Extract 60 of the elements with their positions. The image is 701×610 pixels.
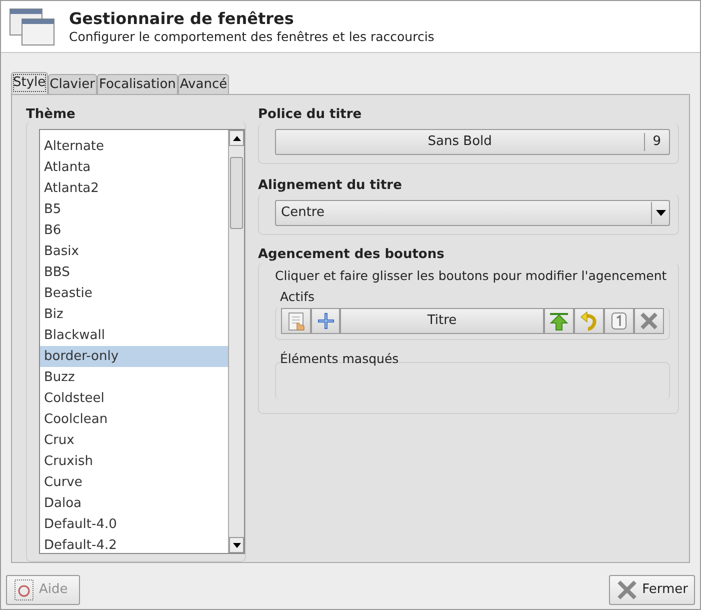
font-name: Sans Bold bbox=[426, 133, 493, 152]
list-item[interactable]: Atlanta2 bbox=[40, 178, 228, 199]
font-size: 9 bbox=[644, 133, 669, 151]
list-item[interactable]: Alternate bbox=[40, 136, 228, 157]
help-icon bbox=[13, 579, 35, 601]
dialog-subtitle: Configurer le comportement des fenêtres et les raccourcis bbox=[69, 28, 434, 44]
list-item[interactable]: Atlanta bbox=[40, 157, 228, 178]
maximize-icon bbox=[609, 310, 629, 330]
close-button[interactable]: Fermer bbox=[609, 575, 695, 605]
list-item[interactable]: Cruxish bbox=[40, 451, 228, 472]
list-item[interactable]: Default-4.0 bbox=[40, 514, 228, 535]
menu-icon bbox=[286, 310, 306, 330]
list-item[interactable]: B6 bbox=[40, 220, 228, 241]
list-item[interactable]: Beastie bbox=[40, 283, 228, 304]
tab[interactable]: Style bbox=[11, 72, 48, 94]
list-item[interactable]: Basix bbox=[40, 241, 228, 262]
scroll-up-icon[interactable] bbox=[232, 136, 240, 140]
layout-button[interactable] bbox=[281, 308, 311, 334]
tab[interactable]: Clavier bbox=[48, 74, 97, 94]
section-label: Agencement des boutons bbox=[258, 247, 446, 263]
close-icon bbox=[639, 310, 659, 330]
tab[interactable]: Focalisation bbox=[96, 74, 178, 94]
dialog-title: Gestionnaire de fenêtres bbox=[69, 8, 295, 28]
windows-icon bbox=[9, 8, 55, 46]
list-item[interactable]: Crux bbox=[40, 430, 228, 451]
list-item[interactable]: B5 bbox=[40, 199, 228, 220]
tab[interactable]: Avancé bbox=[178, 74, 230, 94]
layout-button[interactable] bbox=[604, 308, 634, 334]
close-icon bbox=[616, 579, 638, 601]
section-label: Thème bbox=[26, 107, 76, 123]
list-item[interactable]: Coolclean bbox=[40, 409, 228, 430]
layout-button[interactable] bbox=[574, 308, 604, 334]
layout-button[interactable] bbox=[544, 308, 574, 334]
layout-button[interactable] bbox=[634, 308, 664, 334]
scroll-down-icon[interactable] bbox=[232, 542, 240, 548]
list-item[interactable]: border-only bbox=[40, 346, 228, 367]
list-item[interactable]: Coldsteel bbox=[40, 388, 228, 409]
layout-button[interactable] bbox=[311, 308, 340, 334]
list-item[interactable]: Blackwall bbox=[40, 325, 228, 346]
plus-icon bbox=[316, 310, 336, 330]
alignment-dropdown[interactable]: Centre bbox=[275, 200, 670, 226]
dropdown-caret-icon bbox=[656, 210, 666, 216]
list-item[interactable]: Biz bbox=[40, 304, 228, 325]
title-button[interactable]: Titre bbox=[340, 308, 544, 334]
section-label: Police du titre bbox=[258, 107, 363, 123]
group-label: Actifs bbox=[279, 288, 316, 306]
list-item[interactable]: Buzz bbox=[40, 367, 228, 388]
list-item[interactable]: Daloa bbox=[40, 493, 228, 514]
instruction-text: Cliquer et faire glisser les boutons pour modifier l'agencement bbox=[275, 267, 668, 285]
theme-list[interactable]: Alternate Atlanta Atlanta2 B5 B6 Basix BBS Beastie Biz Blackwall border-only Buzz Coldsteel Coolclean Crux Cruxish Curve Daloa Default-4.0 Default-4.2 bbox=[39, 129, 245, 554]
group-label: Éléments masqués bbox=[279, 350, 400, 368]
font-picker-button[interactable]: Sans Bold 9 bbox=[275, 129, 670, 155]
up-arrow-icon bbox=[549, 310, 569, 330]
scrollbar[interactable] bbox=[228, 130, 244, 553]
list-item[interactable]: Curve bbox=[40, 472, 228, 493]
list-item[interactable]: Default-4.2 bbox=[40, 535, 228, 553]
list-item[interactable]: BBS bbox=[40, 262, 228, 283]
undo-arrow-icon bbox=[579, 310, 599, 330]
scrollbar-thumb[interactable] bbox=[230, 157, 243, 229]
section-label: Alignement du titre bbox=[258, 178, 403, 194]
